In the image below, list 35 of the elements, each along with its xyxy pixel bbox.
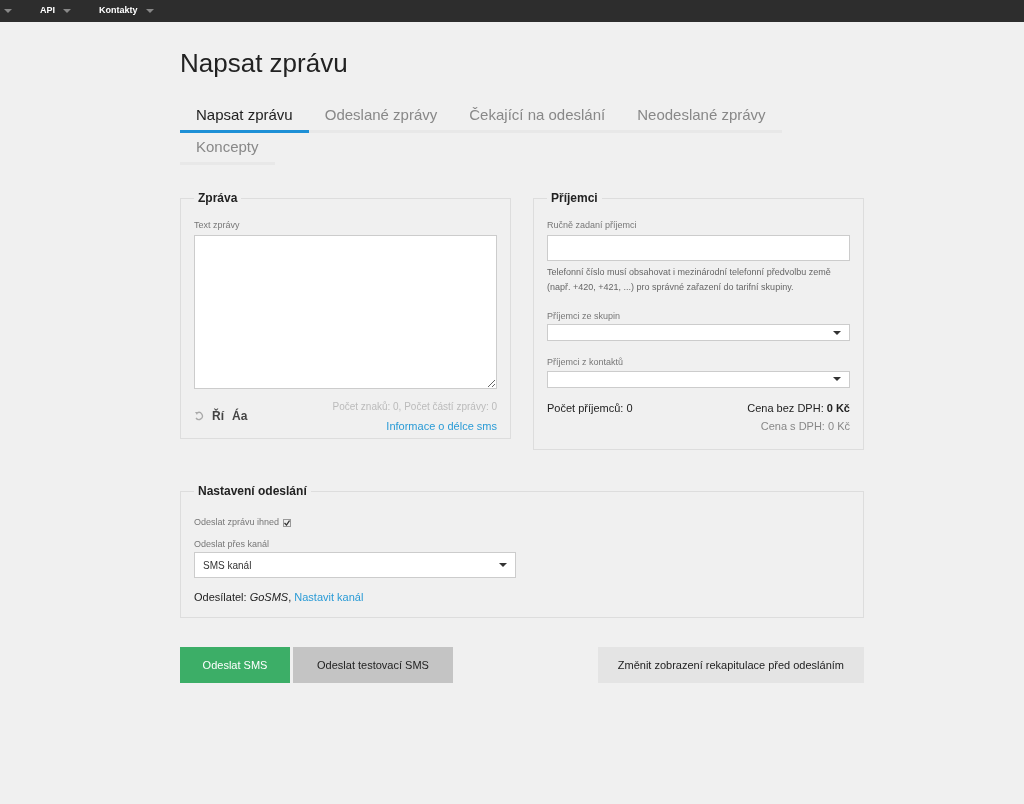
section-title: Nastavení odeslání	[197, 483, 308, 500]
caret-icon	[499, 563, 507, 567]
field-label: Text zprávy	[194, 219, 241, 232]
caret-icon	[4, 9, 12, 13]
contacts-select[interactable]	[547, 370, 850, 388]
tab[interactable]: Napsat zprávu	[180, 101, 309, 133]
field-label: Odeslat přes kanál	[194, 537, 271, 551]
nav-link[interactable]: API	[40, 4, 71, 18]
groups-select[interactable]	[547, 324, 850, 341]
field-label: Příjemci ze skupin	[547, 309, 622, 323]
action-button[interactable]: Změnit zobrazení rekapitulace před odesláním	[597, 647, 864, 683]
format-button[interactable]: Áa	[232, 407, 248, 426]
caret-icon	[145, 9, 154, 13]
channel-select[interactable]: SMS kanál	[194, 552, 516, 578]
caret-icon	[63, 9, 71, 13]
phone-hint: Telefonní číslo musí obsahovat i mezinárodní telefonní předvolbu země (např. +420, +421, ...) pro správné zařazení do tarifní skupiny.	[547, 265, 832, 294]
price-with-vat: Cena s DPH: 0 Kč	[760, 419, 850, 434]
section-title: Zpráva	[197, 190, 239, 207]
format-button[interactable]: Ří	[212, 407, 224, 426]
checkbox-label: Odeslat zprávu ihned	[194, 516, 280, 529]
action-button[interactable]: Odeslat testovací SMS	[293, 647, 453, 683]
caret-icon	[833, 377, 841, 381]
section-title: Příjemci	[550, 190, 599, 207]
undo-icon[interactable]	[194, 411, 204, 422]
field-label: Příjemci z kontaktů	[547, 356, 625, 369]
message-textarea[interactable]	[194, 234, 497, 389]
recipients-input[interactable]	[547, 234, 850, 261]
nav-link[interactable]: Kontakty	[99, 4, 154, 18]
page-title: Napsat zprávu	[180, 47, 349, 80]
checkbox[interactable]	[283, 518, 292, 527]
caret-icon	[833, 330, 841, 335]
field-label: Ručně zadaní příjemci	[547, 219, 638, 232]
recipient-count: Počet příjemců: 0	[547, 400, 633, 416]
price-without-vat: Cena bez DPH: 0 Kč	[747, 400, 850, 416]
sender-info: Odesílatel: GoSMS, Nastavit kanál	[194, 590, 365, 605]
